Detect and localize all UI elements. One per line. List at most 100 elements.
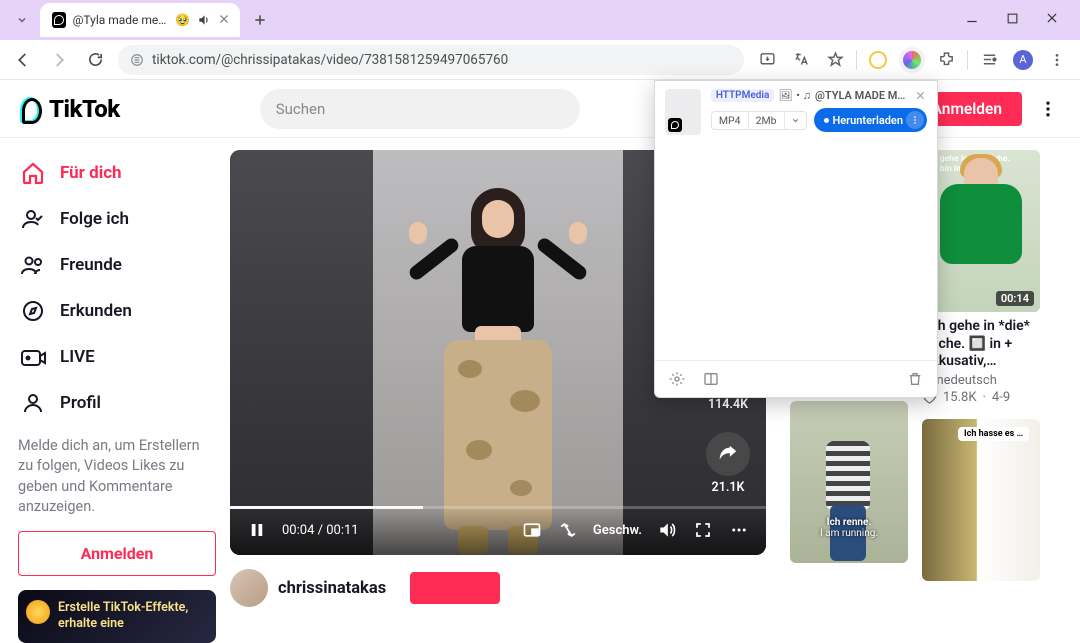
follow-icon	[20, 206, 46, 232]
search-input[interactable]: Suchen	[260, 89, 580, 129]
sidebar-promo[interactable]: Erstelle TikTok-Effekte, erhalte eine	[18, 590, 216, 643]
profile-avatar[interactable]: A	[1010, 47, 1036, 73]
speed-button[interactable]: Geschw.	[593, 523, 642, 538]
side-panel-icon[interactable]	[976, 47, 1002, 73]
tiktok-favicon-icon	[668, 118, 682, 132]
suggestion-thumb[interactable]: Ich gehe in die Küche.Ich bin in 00:14	[922, 150, 1040, 312]
header-more-button[interactable]	[1036, 97, 1060, 121]
install-app-icon[interactable]	[754, 47, 780, 73]
translate-icon[interactable]	[788, 47, 814, 73]
chevron-down-icon[interactable]	[785, 113, 806, 128]
nav-label: Folge ich	[60, 209, 129, 229]
download-label: Herunterladen	[832, 114, 903, 127]
browser-tab-active[interactable]: @Tyla made me do it 🥹	[40, 3, 240, 37]
ext-panel-button[interactable]	[701, 369, 721, 389]
suggestion-user[interactable]: lernedeutsch	[922, 373, 1042, 388]
nav-back-button[interactable]	[10, 47, 36, 73]
new-tab-button[interactable]	[246, 6, 274, 34]
profile-icon	[20, 390, 46, 416]
promo-text: Erstelle TikTok-Effekte, erhalte eine	[58, 600, 188, 631]
ext-delete-button[interactable]	[905, 369, 925, 389]
tab-title: @Tyla made me do it	[73, 13, 168, 27]
sidebar: Für dich Folge ich Freunde Erkunden LIVE…	[0, 80, 222, 607]
nav-live[interactable]: LIVE	[12, 334, 222, 380]
duration-badge: 00:14	[996, 291, 1034, 306]
extension-downloader-icon[interactable]	[899, 47, 925, 73]
record-dot-icon	[824, 118, 829, 123]
http-media-badge: HTTPMedia	[711, 89, 774, 102]
nav-reload-button[interactable]	[82, 47, 108, 73]
nav-label: Profil	[60, 393, 101, 413]
like-count: 114.4K	[708, 397, 748, 412]
volume-button[interactable]	[656, 519, 678, 541]
nav-label: Freunde	[60, 255, 122, 275]
video-content	[373, 150, 623, 555]
thumb-label: Ich hasse es …	[958, 427, 1029, 441]
nav-for-you[interactable]: Für dich	[12, 150, 222, 196]
suggestion-thumb[interactable]: Ich hasse es …	[922, 419, 1040, 581]
tab-emoji: 🥹	[175, 13, 190, 27]
extension-ring-icon[interactable]	[865, 47, 891, 73]
format-selector[interactable]: MP4 2Mb	[711, 111, 807, 130]
uploader-row: chrissinatakas	[230, 569, 766, 607]
download-more-button[interactable]	[906, 111, 924, 129]
sidebar-login-prompt: Melde dich an, um Erstellern zu folgen, …	[12, 426, 222, 531]
fullscreen-button[interactable]	[692, 519, 714, 541]
suggestion-thumb[interactable]: Ich renne.I am running.	[790, 401, 908, 563]
nav-label: Für dich	[60, 163, 122, 183]
live-icon	[20, 344, 46, 370]
ext-media-thumbnail[interactable]	[665, 89, 701, 135]
omnibox[interactable]: tiktok.com/@chrissipatakas/video/7381581…	[118, 45, 744, 75]
nav-following[interactable]: Folge ich	[12, 196, 222, 242]
browser-toolbar: tiktok.com/@chrissipatakas/video/7381581…	[0, 40, 1080, 80]
site-info-icon[interactable]	[130, 53, 144, 67]
friends-icon	[20, 252, 46, 278]
downloader-extension-popup: HTTPMedia 🖼 • ♫ @TYLA MADE ME D… MP4 2Mb…	[654, 80, 938, 398]
floating-player-button[interactable]	[521, 519, 543, 541]
home-icon	[20, 160, 46, 186]
share-count: 21.1K	[712, 480, 745, 495]
omnibox-url: tiktok.com/@chrissipatakas/video/7381581…	[152, 52, 734, 68]
suggestion-meta: 15.8K·4-9	[922, 390, 1042, 405]
ext-media-title: @TYLA MADE ME D…	[815, 89, 911, 102]
nav-friends[interactable]: Freunde	[12, 242, 222, 288]
format-label: MP4	[712, 112, 749, 129]
sidebar-login-button[interactable]: Anmelden	[18, 531, 216, 576]
tiktok-logo-icon	[20, 96, 46, 122]
uploader-name[interactable]: chrissinatakas	[278, 579, 386, 598]
suggestion-title[interactable]: ⸥Ich gehe in *die* Küche. 🔲 in + Akkusat…	[922, 318, 1042, 371]
tab-search-button[interactable]	[8, 8, 36, 32]
media-type-icon: 🖼	[778, 89, 792, 102]
nav-label: Erkunden	[60, 301, 132, 321]
window-close-button[interactable]	[1040, 6, 1064, 30]
player-controls: 00:04 / 00:11 Geschw.	[230, 505, 766, 555]
search-placeholder: Suchen	[276, 100, 326, 118]
promo-badge-icon	[26, 600, 50, 624]
nav-label: LIVE	[60, 347, 95, 367]
bookmark-icon[interactable]	[822, 47, 848, 73]
tiktok-logo-text: TikTok	[49, 95, 120, 123]
close-tab-icon[interactable]	[218, 13, 230, 27]
play-pause-button[interactable]	[246, 519, 268, 541]
speaker-icon[interactable]	[197, 13, 211, 27]
more-options-button[interactable]	[728, 519, 750, 541]
window-minimize-button[interactable]	[960, 6, 984, 30]
nav-forward-button[interactable]	[46, 47, 72, 73]
follow-button[interactable]	[410, 572, 500, 604]
nav-explore[interactable]: Erkunden	[12, 288, 222, 334]
ext-settings-button[interactable]	[667, 369, 687, 389]
time-display: 00:04 / 00:11	[282, 523, 359, 538]
share-button[interactable]	[706, 432, 750, 476]
browser-menu-button[interactable]	[1044, 47, 1070, 73]
window-maximize-button[interactable]	[1000, 6, 1024, 30]
download-button[interactable]: Herunterladen	[814, 108, 927, 132]
ext-dismiss-button[interactable]	[915, 90, 927, 102]
captions-button[interactable]	[557, 519, 579, 541]
browser-titlebar: @Tyla made me do it 🥹	[0, 0, 1080, 40]
tiktok-favicon-icon	[52, 12, 66, 28]
tiktok-logo[interactable]: TikTok	[20, 95, 120, 123]
size-label: 2Mb	[749, 112, 785, 129]
extensions-menu-icon[interactable]	[933, 47, 959, 73]
nav-profile[interactable]: Profil	[12, 380, 222, 426]
uploader-avatar[interactable]	[230, 569, 268, 607]
